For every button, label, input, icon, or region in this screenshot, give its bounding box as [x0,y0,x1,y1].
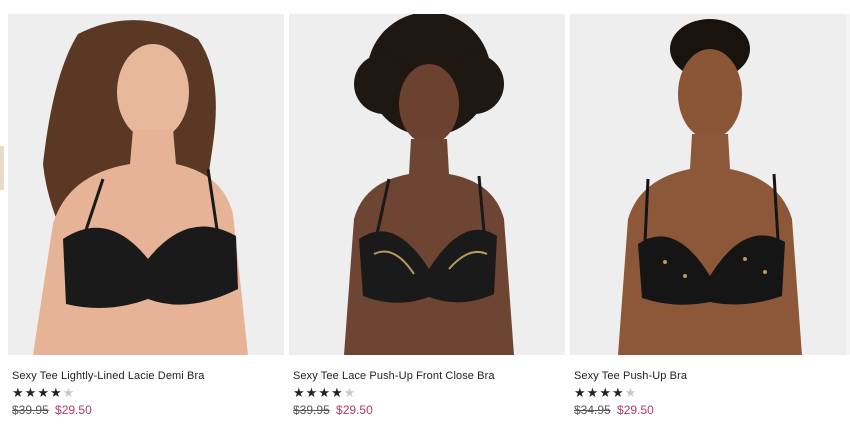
star-empty-icon: ★ [62,385,75,400]
sale-price: $29.50 [336,403,373,417]
original-price: $39.95 [12,403,49,417]
sale-price: $29.50 [55,403,92,417]
product-image[interactable] [570,14,846,355]
original-price: $34.95 [574,403,611,417]
star-empty-icon: ★ [343,385,356,400]
star-filled-icon: ★ [330,385,343,400]
sale-price: $29.50 [617,403,654,417]
star-filled-icon: ★ [611,385,624,400]
star-rating: ★ ★ ★ ★ ★ [293,385,565,400]
star-filled-icon: ★ [574,385,586,400]
star-filled-icon: ★ [305,385,318,400]
star-rating: ★ ★ ★ ★ ★ [574,385,846,400]
product-grid: Sexy Tee Lightly-Lined Lacie Demi Bra ★ ★… [8,14,846,417]
star-empty-icon: ★ [624,385,637,400]
carousel-prev-handle[interactable] [0,146,4,190]
price-block: $39.95 $29.50 [293,403,565,417]
product-image[interactable] [289,14,565,355]
product-card[interactable]: Sexy Tee Lightly-Lined Lacie Demi Bra ★ ★… [8,14,284,417]
original-price: $39.95 [293,403,330,417]
product-title[interactable]: Sexy Tee Push-Up Bra [574,370,846,382]
star-filled-icon: ★ [24,385,37,400]
star-filled-icon: ★ [12,385,24,400]
star-filled-icon: ★ [37,385,49,400]
product-title[interactable]: Sexy Tee Lightly-Lined Lacie Demi Bra [12,370,284,382]
star-filled-icon: ★ [318,385,330,400]
product-title[interactable]: Sexy Tee Lace Push-Up Front Close Bra [293,370,565,382]
star-filled-icon: ★ [586,385,599,400]
star-filled-icon: ★ [49,385,62,400]
product-image[interactable] [8,14,284,355]
star-filled-icon: ★ [599,385,611,400]
price-block: $39.95 $29.50 [12,403,284,417]
product-card[interactable]: Sexy Tee Push-Up Bra ★ ★ ★ ★ ★ $34.95 $29.50 [570,14,846,417]
star-rating: ★ ★ ★ ★ ★ [12,385,284,400]
price-block: $34.95 $29.50 [574,403,846,417]
product-card[interactable]: Sexy Tee Lace Push-Up Front Close Bra ★ ★… [289,14,565,417]
star-filled-icon: ★ [293,385,305,400]
product-photo-icon [8,14,284,355]
product-photo-icon [289,14,565,355]
product-photo-icon [570,14,846,355]
